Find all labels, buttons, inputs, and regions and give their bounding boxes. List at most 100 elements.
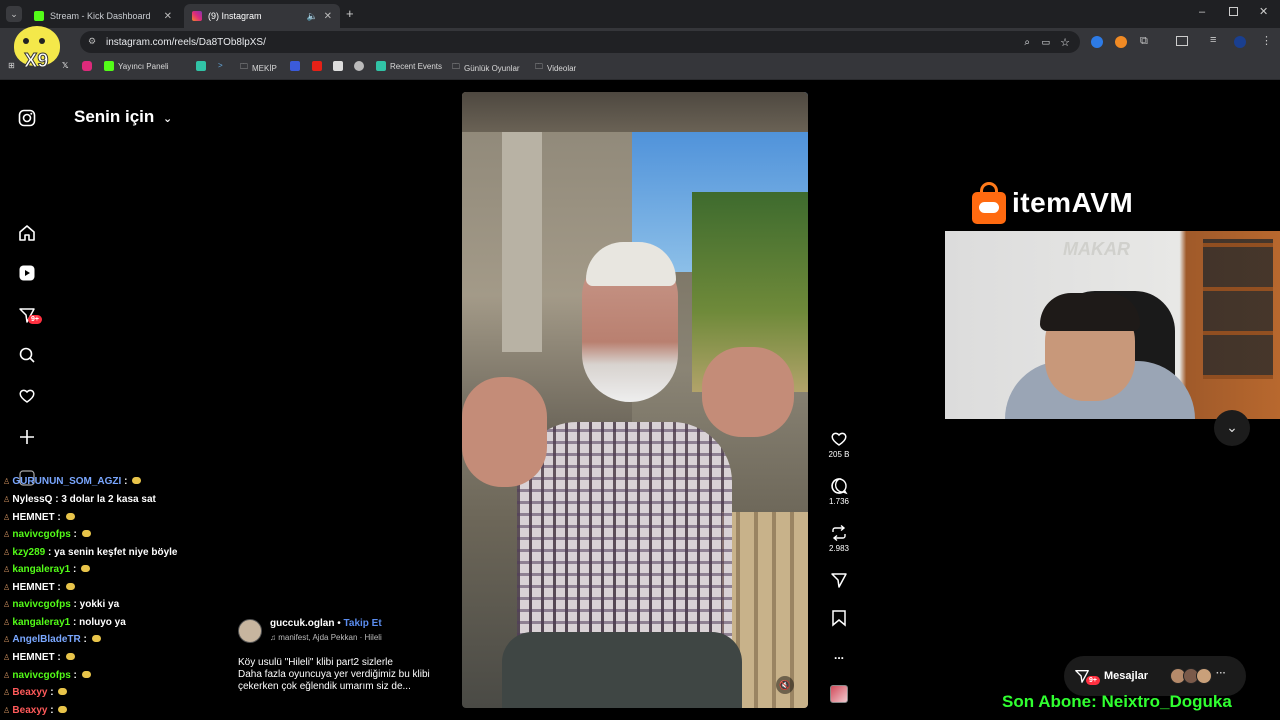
feed-title[interactable]: Senin için ⌄ [74, 107, 172, 127]
instagram-bookmark-icon[interactable] [82, 61, 96, 71]
new-tab-button[interactable]: + [346, 6, 354, 21]
youtube-icon[interactable] [312, 61, 326, 71]
direct-messages-icon[interactable]: 9+ [17, 305, 42, 325]
chat-colon: : [121, 476, 131, 487]
reel-video[interactable]: 🔇 [462, 92, 808, 708]
chat-message: ♙ navivcgofps : yokki ya [3, 599, 119, 610]
sidepanel-icon[interactable] [1176, 36, 1188, 46]
chat-text: yokki ya [79, 599, 120, 610]
chat-username[interactable]: Beaxyy [12, 705, 47, 716]
bookmark-icon[interactable] [354, 61, 368, 71]
chat-message: ♙ HEMNET : [3, 652, 75, 663]
author-avatar[interactable] [238, 619, 262, 643]
search-icon[interactable] [17, 345, 37, 365]
home-icon[interactable] [17, 223, 37, 243]
chat-username[interactable]: Beaxyy [12, 687, 47, 698]
audio-thumbnail[interactable] [830, 685, 848, 703]
repost-button[interactable]: 2.983 [826, 524, 852, 553]
heart-icon[interactable] [17, 386, 37, 406]
chat-username[interactable]: kangaleray1 [12, 564, 70, 575]
speaker-icon[interactable]: 🔈 [307, 11, 318, 22]
badge-icon: ♙ [3, 635, 13, 644]
bookmark-videolar[interactable]: 🗀 Videolar [535, 61, 576, 75]
chat-username[interactable]: NylessQ [12, 494, 52, 505]
bookmark-star-icon[interactable]: ☆ [1060, 36, 1070, 49]
messages-label: Mesajlar [1104, 670, 1149, 682]
audio-row[interactable]: ♫ manifest, Ajda Pekkan · Hileli [270, 633, 382, 642]
avatar [1196, 668, 1212, 684]
volume-icon[interactable]: 🔇 [776, 676, 794, 694]
instagram-logo-icon[interactable] [17, 108, 37, 128]
bookmark-recent-events[interactable]: Recent Events [376, 61, 442, 71]
bookmark-icon[interactable] [290, 61, 304, 71]
address-toolbar: X9 ⚙ instagram.com/reels/Da8TOb8lpXS/ ⌕ … [0, 26, 1280, 73]
extension-icon[interactable] [1115, 36, 1127, 48]
site-info-icon[interactable]: ⚙ [88, 36, 96, 47]
browser-menu-icon[interactable]: ⋮ [1261, 34, 1272, 47]
media-control-icon[interactable]: ≡ [1210, 34, 1216, 46]
chat-username[interactable]: AngelBladeTR [12, 634, 80, 645]
chat-colon: : [70, 670, 80, 681]
bookmark-icon [832, 610, 846, 627]
follow-button[interactable]: Takip Et [344, 618, 382, 629]
more-options-button[interactable]: ... [826, 648, 852, 662]
chat-message: ♙ kzy289 : ya senin keşfet niye böyle [3, 547, 178, 558]
chat-username[interactable]: HEMNET [12, 582, 54, 593]
zoom-icon[interactable]: ⌕ [1024, 37, 1030, 48]
chat-username[interactable]: navivcgofps [12, 529, 70, 540]
chat-username[interactable]: kangaleray1 [12, 617, 70, 628]
messages-button[interactable]: 9+ Mesajlar ··· [1064, 656, 1246, 696]
url-bar[interactable]: ⚙ instagram.com/reels/Da8TOb8lpXS/ ⌕ ▭ ☆ [80, 31, 1080, 53]
chat-message: ♙ GURUNUN_SOM_AGZI : [3, 476, 142, 487]
save-button[interactable] [826, 609, 852, 629]
emote-icon [65, 653, 75, 660]
create-plus-icon[interactable] [17, 427, 37, 447]
like-button[interactable]: 205 B [826, 430, 852, 459]
chat-username[interactable]: navivcgofps [12, 670, 70, 681]
chevron-down-icon[interactable]: ⌄ [1214, 410, 1250, 446]
chat-message: ♙ kangaleray1 : noluyo ya [3, 617, 126, 628]
reels-icon[interactable] [17, 263, 37, 283]
tab-instagram[interactable]: (9) Instagram 🔈 ✕ [184, 4, 340, 28]
chat-colon: : [70, 529, 80, 540]
bookmark-mekip[interactable]: 🗀 MEKİP [240, 61, 277, 75]
folder-icon: 🗀 [452, 62, 460, 71]
restore-button[interactable] [1229, 7, 1238, 16]
notification-badge: 9+ [28, 315, 42, 324]
feed-title-text: Senin için [74, 107, 155, 126]
bookmark-gunluk-oyunlar[interactable]: 🗀 Günlük Oyunlar [452, 61, 520, 75]
chat-username[interactable]: navivcgofps [12, 599, 70, 610]
chat-username[interactable]: kzy289 [12, 547, 45, 558]
chat-colon: : [47, 687, 57, 698]
chat-username[interactable]: GURUNUN_SOM_AGZI [12, 476, 121, 487]
share-button[interactable] [826, 571, 852, 591]
caption-line[interactable]: çekerken çok eğlendik umarım siz de... [238, 681, 430, 693]
close-icon[interactable]: ✕ [324, 11, 332, 22]
chat-colon: : [47, 705, 57, 716]
messages-badge: 9+ [1086, 676, 1100, 685]
comment-button[interactable]: 1.736 [826, 477, 852, 506]
close-icon[interactable]: ✕ [164, 11, 172, 22]
bookmark-icon[interactable]: > [218, 61, 223, 70]
avatar: X9 [8, 24, 66, 73]
chat-text: 3 dolar la 2 kasa sat [61, 494, 156, 505]
streamelements-icon [376, 61, 386, 71]
badge-icon: ♙ [3, 565, 13, 574]
chat-username[interactable]: HEMNET [12, 652, 54, 663]
chat-message: ♙ HEMNET : [3, 582, 75, 593]
bookmark-icon[interactable] [196, 61, 210, 71]
bookmark-yayinci-paneli[interactable]: Yayıncı Paneli [104, 61, 169, 71]
extension-icon[interactable] [1091, 36, 1103, 48]
author-username[interactable]: guccuk.oglan [270, 618, 334, 629]
minimize-button[interactable]: – [1199, 6, 1205, 18]
emote-icon [58, 706, 68, 713]
cast-icon[interactable]: ▭ [1041, 37, 1050, 48]
tab-list-button[interactable]: ⌄ [6, 6, 22, 22]
chat-username[interactable]: HEMNET [12, 512, 54, 523]
emote-icon [81, 530, 91, 537]
close-window-button[interactable]: ✕ [1259, 5, 1268, 18]
bookmark-icon[interactable] [333, 61, 347, 71]
extensions-puzzle-icon[interactable]: ⧉ [1140, 35, 1148, 48]
profile-icon[interactable] [1234, 36, 1246, 48]
chat-text: ya senin keşfet niye böyle [54, 547, 178, 558]
